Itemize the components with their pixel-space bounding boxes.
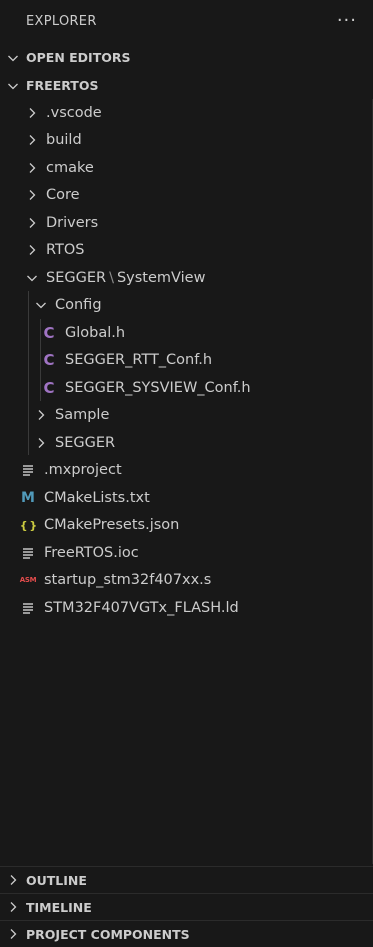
tree-item-global-h[interactable]: C Global.h [0, 319, 373, 347]
chevron-right-icon [24, 215, 40, 231]
folder-label: RTOS [46, 242, 85, 259]
chevron-right-icon [33, 407, 49, 423]
file-label: CMakePresets.json [44, 517, 180, 534]
chevron-down-icon [5, 78, 21, 94]
chevron-down-icon [33, 297, 49, 313]
file-label: CMakeLists.txt [44, 489, 150, 506]
file-label: .mxproject [44, 462, 122, 479]
chevron-right-icon [5, 899, 21, 915]
tree-item-cmake[interactable]: cmake [0, 154, 373, 182]
folder-label-part: SystemView [116, 269, 206, 286]
explorer-title: EXPLORER [26, 13, 97, 29]
folder-label: Core [46, 187, 80, 204]
tree-item-mxproject[interactable]: .mxproject [0, 457, 373, 485]
folder-label: SEGGER [55, 434, 116, 451]
asm-file-icon: ASM [19, 576, 37, 585]
chevron-right-icon [24, 160, 40, 176]
chevron-right-icon [5, 872, 21, 888]
text-file-icon [20, 462, 36, 478]
file-label: SEGGER_SYSVIEW_Conf.h [65, 379, 251, 396]
folder-label: .vscode [46, 104, 102, 121]
path-separator: \ [109, 269, 114, 286]
tree-item-ioc[interactable]: FreeRTOS.ioc [0, 539, 373, 567]
more-actions-icon[interactable]: ··· [337, 12, 357, 30]
chevron-right-icon [24, 132, 40, 148]
tree-item-cmakepresets[interactable]: { } CMakePresets.json [0, 512, 373, 540]
c-file-icon: C [43, 323, 55, 342]
folder-label: cmake [46, 159, 94, 176]
chevron-right-icon [5, 926, 21, 942]
markdown-file-icon: M [21, 489, 35, 506]
indent-guide [40, 319, 41, 401]
tree-item-config[interactable]: Config [0, 292, 373, 320]
outline-label: OUTLINE [26, 872, 87, 888]
chevron-down-icon [24, 270, 40, 286]
project-components-label: PROJECT COMPONENTS [26, 926, 190, 942]
c-file-icon: C [43, 351, 55, 370]
tree-item-sample[interactable]: Sample [0, 402, 373, 430]
tree-item-cmakelists[interactable]: M CMakeLists.txt [0, 484, 373, 512]
open-editors-label: OPEN EDITORS [26, 50, 131, 65]
project-components-section[interactable]: PROJECT COMPONENTS [0, 920, 373, 947]
tree-item-build[interactable]: build [0, 127, 373, 155]
tree-item-rtt-conf[interactable]: C SEGGER_RTT_Conf.h [0, 347, 373, 375]
tree-item-ld[interactable]: STM32F407VGTx_FLASH.ld [0, 594, 373, 622]
folder-label: Config [55, 297, 102, 314]
chevron-down-icon [5, 50, 21, 66]
folder-label: Drivers [46, 214, 99, 231]
folder-label-part: SEGGER [46, 269, 107, 286]
tree-item-startup[interactable]: ASM startup_stm32f407xx.s [0, 567, 373, 595]
tree-item-vscode[interactable]: .vscode [0, 99, 373, 127]
tree-item-sysview-conf[interactable]: C SEGGER_SYSVIEW_Conf.h [0, 374, 373, 402]
project-section[interactable]: FREERTOS [0, 72, 373, 99]
chevron-right-icon [33, 435, 49, 451]
file-label: startup_stm32f407xx.s [44, 572, 212, 589]
project-label: FREERTOS [26, 78, 99, 93]
chevron-right-icon [24, 187, 40, 203]
explorer-header: EXPLORER ··· [0, 0, 373, 42]
file-label: FreeRTOS.ioc [44, 544, 139, 561]
tree-item-drivers[interactable]: Drivers [0, 209, 373, 237]
file-label: Global.h [65, 324, 126, 341]
outline-section[interactable]: OUTLINE [0, 866, 373, 893]
text-file-icon [20, 545, 36, 561]
tree-item-core[interactable]: Core [0, 182, 373, 210]
file-tree: .vscode build cmake Core Drivers RTOS SE… [0, 99, 373, 622]
text-file-icon [20, 600, 36, 616]
tree-item-rtos[interactable]: RTOS [0, 237, 373, 265]
file-label: STM32F407VGTx_FLASH.ld [44, 599, 239, 616]
json-file-icon: { } [19, 518, 38, 532]
open-editors-section[interactable]: OPEN EDITORS [0, 44, 373, 71]
chevron-right-icon [24, 242, 40, 258]
timeline-label: TIMELINE [26, 899, 92, 915]
tree-item-segger-systemview[interactable]: SEGGER \ SystemView [0, 264, 373, 292]
folder-label: Sample [55, 407, 110, 424]
chevron-right-icon [24, 105, 40, 121]
timeline-section[interactable]: TIMELINE [0, 893, 373, 920]
indent-guide [28, 291, 29, 455]
tree-item-segger[interactable]: SEGGER [0, 429, 373, 457]
c-file-icon: C [43, 378, 55, 397]
folder-label: build [46, 132, 82, 149]
file-label: SEGGER_RTT_Conf.h [65, 352, 213, 369]
